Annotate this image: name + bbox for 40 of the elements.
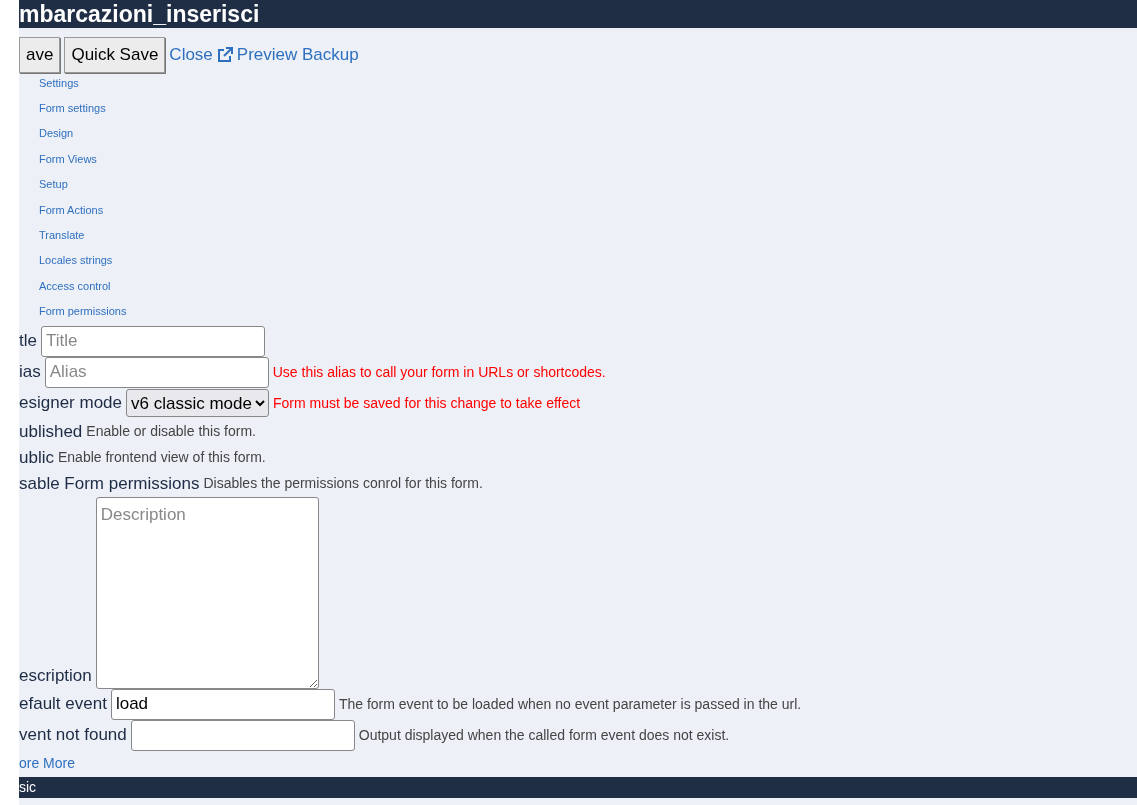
field-label: ias (19, 361, 41, 384)
input-field[interactable] (130, 719, 355, 751)
menu-link[interactable]: Translate (39, 228, 85, 241)
menu-link[interactable]: Form Actions (39, 203, 104, 216)
help-text: Output displayed when the called form event does not exist. (358, 725, 730, 745)
field-label: vent not found (19, 724, 127, 747)
help-text: Use this alias to call your form in URLs or shortcodes. (272, 362, 606, 382)
field-label: esigner mode (19, 392, 122, 415)
input-field[interactable]: Title (40, 325, 265, 357)
description-field[interactable]: Description (95, 496, 319, 689)
toggle-label: ublic (19, 446, 54, 469)
toggle-label: ublished (19, 420, 83, 443)
input-field[interactable]: load (110, 688, 335, 720)
menu-link[interactable]: Form Views (39, 152, 97, 165)
page-title: mbarcazioni_inserisci (19, 0, 1137, 28)
menu-link[interactable]: Form permissions (39, 305, 127, 318)
toggle-label: sable Form permissions (19, 472, 200, 495)
more-link[interactable]: ore More (19, 754, 76, 771)
menu-link[interactable]: Form settings (39, 101, 106, 114)
mode-select[interactable]: v6 classic mode (126, 389, 269, 418)
close-link[interactable]: Close (169, 42, 213, 68)
menu-link[interactable]: Setup (39, 178, 68, 191)
menu-link[interactable]: Locales strings (39, 254, 113, 267)
preview-backup-link[interactable]: Preview Backup (236, 42, 359, 68)
field-label: escription (19, 665, 92, 688)
section-header: sic (19, 776, 1137, 798)
field-label: tle (19, 330, 37, 353)
help-text: Enable or disable this form. (86, 422, 256, 442)
help-text: Form must be saved for this change to take effect (273, 393, 581, 413)
menu-link[interactable]: Settings (39, 76, 79, 89)
menu-link[interactable]: Design (39, 127, 74, 140)
input-field[interactable]: Alias (44, 356, 269, 388)
help-text: Enable frontend view of this form. (57, 448, 266, 468)
help-text: The form event to be loaded when no event parameter is passed in the url. (338, 694, 802, 714)
quick-save-button[interactable]: Quick Save (64, 37, 166, 73)
save-button[interactable]: ave (19, 37, 61, 73)
field-label: efault event (19, 693, 107, 716)
help-text: Disables the permissions conrol for this form. (203, 474, 483, 494)
external-link-icon (216, 46, 233, 63)
menu-link[interactable]: Access control (39, 279, 111, 292)
